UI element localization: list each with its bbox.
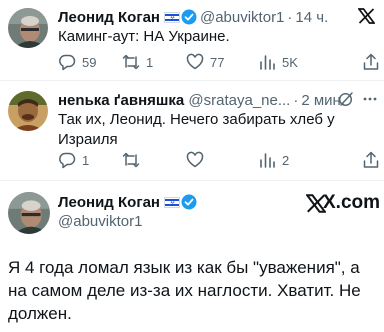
share-button[interactable]: [362, 53, 384, 71]
tweet-1-actions: 59 1 77 5K: [58, 53, 380, 73]
avatar-leonid-kogan[interactable]: [8, 192, 50, 234]
x-com-brand[interactable]: X.com: [306, 192, 380, 214]
author-handle[interactable]: @abuviktor1: [58, 213, 142, 231]
views-button[interactable]: 2: [258, 151, 289, 169]
separator-dot: ·: [293, 92, 299, 109]
divider: [0, 180, 384, 181]
like-icon: [186, 151, 204, 168]
reply-icon: [59, 152, 76, 169]
views-icon: [260, 153, 275, 168]
tweet-2-header: нenька ґавняшка @srataya_ne... · 2 мин.: [58, 92, 345, 110]
x-logo-icon: [358, 8, 375, 24]
retweet-button[interactable]: [122, 151, 146, 169]
views-button[interactable]: 5K: [258, 53, 298, 71]
views-count: 2: [282, 152, 290, 168]
grok-icon[interactable]: [338, 91, 354, 107]
author-name[interactable]: нenька ґавняшка: [58, 92, 184, 109]
tweet-2[interactable]: нenька ґавняшка @srataya_ne... · 2 мин. Та…: [0, 82, 384, 178]
like-button[interactable]: 77: [186, 53, 224, 71]
more-icon[interactable]: [362, 94, 378, 104]
author-name[interactable]: Леонид Коган: [58, 9, 160, 26]
share-button[interactable]: [362, 151, 384, 169]
tweet-2-actions: 1 2: [58, 151, 380, 171]
author-name[interactable]: Леонид Коган: [58, 194, 160, 211]
avatar-leonid-kogan[interactable]: [8, 8, 48, 48]
like-button[interactable]: [186, 151, 210, 169]
verified-badge-icon: [181, 194, 197, 210]
views-count: 5K: [282, 54, 298, 70]
quoted-tweet-name-row: Леонид Коган ✡: [58, 194, 200, 212]
reply-button[interactable]: 59: [58, 53, 96, 71]
retweet-icon: [122, 54, 140, 70]
like-icon: [186, 53, 204, 70]
author-handle[interactable]: @srataya_ne...: [188, 92, 290, 109]
israel-flag-icon: ✡: [163, 12, 180, 23]
quoted-tweet-text: Я 4 года ломал язык из как бы "уважения"…: [8, 258, 361, 323]
quoted-tweet[interactable]: Леонид Коган ✡ @abuviktor1 X.com Я 4 года…: [0, 182, 384, 332]
tweet-1-text: Каминг-аут: НА Украине.: [58, 28, 230, 45]
like-count: 77: [210, 54, 225, 70]
share-icon: [363, 151, 379, 168]
retweet-count: 1: [146, 54, 154, 70]
avatar-nenka[interactable]: [8, 91, 48, 131]
tweet-1[interactable]: Леонид Коган ✡ @abuviktor1 · 14 ч. Каминг-ау…: [0, 0, 384, 78]
author-handle[interactable]: @abuviktor1: [200, 9, 284, 26]
reply-count: 1: [82, 152, 90, 168]
divider: [0, 80, 384, 81]
views-icon: [260, 55, 275, 70]
tweet-1-header: Леонид Коган ✡ @abuviktor1 · 14 ч.: [58, 9, 328, 27]
reply-icon: [59, 54, 76, 71]
separator-dot: ·: [287, 9, 293, 26]
reply-count: 59: [82, 54, 97, 70]
reply-button[interactable]: 1: [58, 151, 89, 169]
retweet-button[interactable]: 1: [122, 53, 153, 71]
tweet-2-text: Так их, Леонид. Нечего забирать хлеб у И…: [58, 111, 335, 148]
retweet-icon: [122, 152, 140, 168]
timestamp[interactable]: 14 ч.: [295, 9, 328, 26]
verified-badge-icon: [181, 9, 197, 25]
israel-flag-icon: ✡: [163, 197, 180, 208]
share-icon: [363, 53, 379, 70]
brand-text: X.com: [323, 192, 381, 213]
